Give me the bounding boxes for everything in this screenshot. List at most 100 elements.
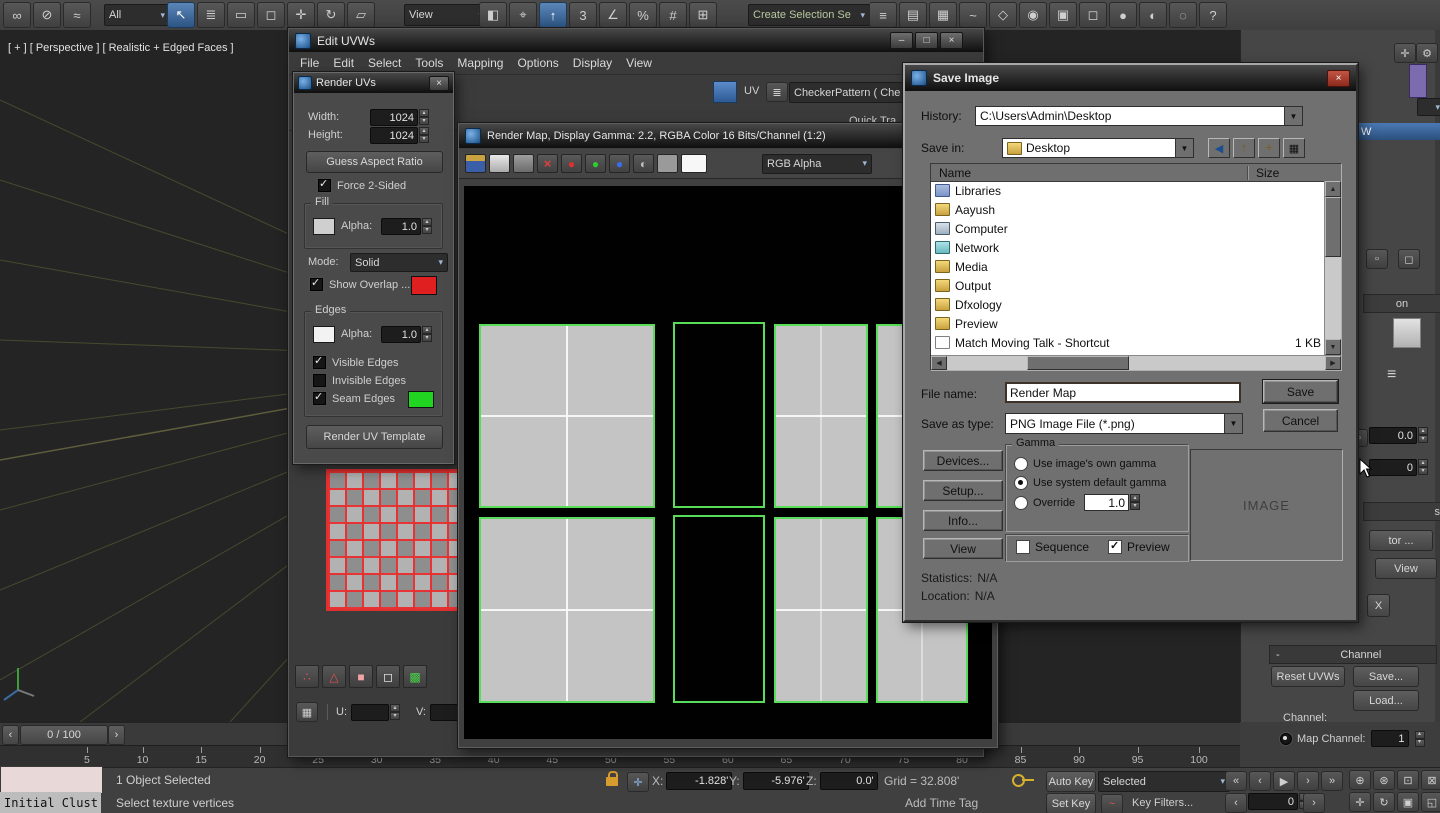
absolute-coords-icon[interactable]: ▦: [296, 702, 318, 722]
mode-dropdown[interactable]: Solid: [350, 253, 448, 272]
zoom-extents-icon[interactable]: ⊡: [1397, 770, 1419, 790]
menu-item[interactable]: Tools: [408, 56, 450, 70]
height-spinner[interactable]: 1024: [370, 127, 429, 144]
edges-color-swatch[interactable]: [313, 326, 335, 343]
select-by-name-icon[interactable]: ≣: [197, 2, 225, 28]
preview-checkbox[interactable]: [1108, 539, 1122, 554]
current-frame-field[interactable]: 0: [1248, 793, 1309, 810]
green-channel-icon[interactable]: ●: [585, 154, 606, 173]
key-filters-button[interactable]: Key Filters...: [1132, 797, 1193, 809]
devices-button[interactable]: Devices...: [923, 450, 1003, 471]
snaps-toggle-icon[interactable]: 3: [569, 2, 597, 28]
history-dropdown[interactable]: C:\Users\Admin\Desktop: [975, 106, 1303, 126]
auto-key-button[interactable]: Auto Key: [1046, 771, 1096, 792]
previous-key-icon[interactable]: ‹: [1225, 793, 1247, 813]
gamma-override-spinner[interactable]: 1.0: [1084, 494, 1140, 511]
tor-button-fragment[interactable]: tor ...: [1369, 530, 1433, 551]
paint-select-icon[interactable]: ■: [349, 665, 373, 688]
show-map-icon[interactable]: [713, 81, 737, 103]
close-button[interactable]: ×: [429, 75, 449, 91]
channel-rollout-header[interactable]: - Channel: [1269, 645, 1437, 664]
lighting-analysis-icon[interactable]: ◐: [1139, 2, 1167, 28]
maximize-button[interactable]: □: [915, 32, 938, 49]
transform-type-in-icon[interactable]: ✛: [627, 772, 649, 792]
utilities-tab-icon[interactable]: ⚙: [1416, 43, 1438, 63]
clone-image-icon[interactable]: [489, 154, 510, 173]
file-row[interactable]: Media: [931, 257, 1325, 276]
file-row[interactable]: Libraries: [931, 181, 1325, 200]
rollout-fragment-w[interactable]: W: [1349, 123, 1440, 140]
show-overlap-checkbox[interactable]: [310, 276, 323, 291]
select-and-link-icon[interactable]: ∞: [3, 2, 31, 28]
schematic-view-icon[interactable]: ◇: [989, 2, 1017, 28]
select-and-scale-icon[interactable]: ▱: [347, 2, 375, 28]
print-image-icon[interactable]: [513, 154, 534, 173]
invisible-edges-checkbox[interactable]: [313, 374, 326, 387]
rollout-header-fragment[interactable]: on: [1363, 294, 1440, 313]
channel-display-dropdown[interactable]: RGB Alpha: [762, 153, 872, 174]
size-column-header[interactable]: Size: [1248, 166, 1279, 180]
sequence-checkbox[interactable]: [1016, 540, 1030, 554]
falloff-icon[interactable]: △: [322, 665, 346, 688]
file-row[interactable]: Match Moving Talk - Shortcut 1 KB: [931, 333, 1325, 352]
time-slider-handle[interactable]: 0 / 100: [20, 725, 108, 745]
cluster-color-swatch[interactable]: [0, 766, 103, 794]
edit-uvws-titlebar[interactable]: Edit UVWs – □ ×: [289, 29, 983, 52]
initial-cluster-cell[interactable]: Initial Clust: [0, 792, 101, 813]
cube-map-icon[interactable]: ◻: [376, 665, 400, 688]
close-button[interactable]: ×: [1327, 69, 1350, 87]
render-production-icon[interactable]: ●: [1109, 2, 1137, 28]
file-row[interactable]: Dfxology: [931, 295, 1325, 314]
zoom-all-icon[interactable]: ⊛: [1373, 770, 1395, 790]
z-field[interactable]: 0.0': [819, 772, 878, 790]
fill-color-swatch[interactable]: [313, 218, 335, 235]
named-selection-set-dropdown[interactable]: Create Selection Se: [748, 4, 870, 26]
mirror-icon[interactable]: ◧: [479, 2, 507, 28]
go-to-end-icon[interactable]: »: [1321, 771, 1343, 791]
render-uv-template-button[interactable]: Render UV Template: [306, 425, 443, 449]
file-list-hscrollbar[interactable]: ◀ ▶: [931, 355, 1341, 370]
panel-spinner-2[interactable]: 0: [1369, 459, 1428, 476]
select-object-icon[interactable]: ↖: [167, 2, 195, 28]
close-button[interactable]: ×: [940, 32, 963, 49]
pan-icon[interactable]: ✛: [1349, 792, 1371, 812]
u-field[interactable]: [351, 703, 389, 721]
set-key-button[interactable]: Set Key: [1046, 793, 1096, 813]
visible-edges-checkbox[interactable]: [313, 354, 326, 369]
save-button[interactable]: Save: [1262, 379, 1339, 404]
show-end-result-icon[interactable]: ◻: [1398, 249, 1420, 269]
spinner-arrows[interactable]: [1418, 459, 1428, 475]
blue-channel-icon[interactable]: ●: [609, 154, 630, 173]
minimize-button[interactable]: –: [890, 32, 913, 49]
spinner-arrows[interactable]: [390, 704, 400, 720]
page-icon[interactable]: [1393, 318, 1421, 348]
file-list-vscrollbar[interactable]: ▲ ▼: [1324, 181, 1341, 355]
menu-item[interactable]: Display: [566, 56, 619, 70]
next-frame-icon[interactable]: ›: [1297, 771, 1319, 791]
previous-frame-icon[interactable]: ‹: [1249, 771, 1271, 791]
menu-item[interactable]: View: [619, 56, 659, 70]
guess-aspect-ratio-button[interactable]: Guess Aspect Ratio: [306, 151, 443, 173]
y-field[interactable]: -5.976': [742, 772, 809, 790]
alpha-channel-icon[interactable]: [657, 154, 678, 173]
info-button[interactable]: Info...: [923, 510, 1003, 531]
go-back-icon[interactable]: ◀: [1208, 138, 1230, 158]
save-as-type-dropdown[interactable]: PNG Image File (*.png): [1005, 413, 1243, 434]
red-channel-icon[interactable]: ●: [561, 154, 582, 173]
reference-coordinate-dropdown[interactable]: View: [404, 4, 488, 26]
seam-color-swatch[interactable]: [408, 391, 434, 408]
add-time-tag[interactable]: Add Time Tag: [905, 796, 978, 810]
gamma-system-radio[interactable]: [1014, 476, 1028, 490]
curve-editor-icon[interactable]: ~: [959, 2, 987, 28]
keyboard-shortcut-override-icon[interactable]: ↑: [539, 2, 567, 28]
save-in-dropdown[interactable]: Desktop: [1002, 138, 1194, 158]
material-editor-icon[interactable]: ◉: [1019, 2, 1047, 28]
file-row[interactable]: Computer: [931, 219, 1325, 238]
select-and-manipulate-icon[interactable]: ⌖: [509, 2, 537, 28]
selection-lock-icon[interactable]: [606, 771, 618, 786]
overlap-color-swatch[interactable]: [411, 276, 437, 295]
angle-snap-icon[interactable]: ∠: [599, 2, 627, 28]
viewport-label[interactable]: [ + ] [ Perspective ] [ Realistic + Edge…: [8, 42, 234, 54]
menu-item[interactable]: Select: [361, 56, 408, 70]
go-to-start-icon[interactable]: «: [1225, 771, 1247, 791]
